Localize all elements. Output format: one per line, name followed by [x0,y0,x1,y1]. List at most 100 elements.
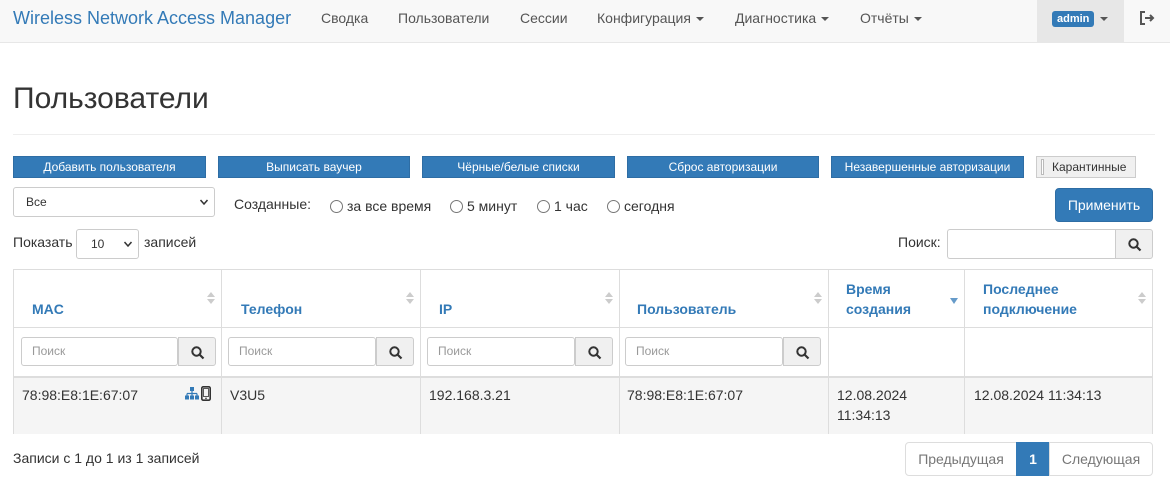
search-button[interactable] [1115,229,1153,259]
black-white-lists-button[interactable]: Чёрные/белые списки [422,156,615,178]
nav-users-label: Пользователи [398,10,490,26]
chevron-down-icon [200,199,208,206]
nav-diagnostics-label: Диагностика [735,10,817,26]
title-divider [13,134,1155,135]
user-badge: admin [1052,11,1095,27]
col-divider [221,270,222,434]
add-user-button[interactable]: Добавить пользователя [13,156,206,178]
phone-search-input[interactable]: Поиск [228,337,376,366]
radio-circle [450,200,463,213]
nav-configuration-label: Конфигурация [597,10,691,26]
header-created-line2[interactable]: создания [846,299,911,319]
radio-5min-label: 5 минут [467,198,518,214]
search-label: Поиск: [898,234,941,250]
caret-down-icon [913,17,922,22]
status-filter-select[interactable]: Все [13,187,215,217]
search-icon [389,346,403,360]
sort-icon[interactable] [605,292,613,304]
nav-sessions[interactable]: Сессии [520,10,568,26]
col-divider [964,270,965,434]
sort-icon[interactable] [1138,292,1146,304]
header-divider [14,327,1152,328]
ip-search-button[interactable] [575,337,613,366]
sort-icon[interactable] [814,292,822,304]
header-bottom-border [14,376,1152,378]
header-user[interactable]: Пользователь [637,299,736,319]
search-icon [588,346,602,360]
radio-today-label: сегодня [624,198,675,214]
mac-search-button[interactable] [178,337,216,366]
header-last-connection-line1[interactable]: Последнее [983,279,1059,299]
phone-search-button[interactable] [376,337,414,366]
cell-user: 78:98:E8:1E:67:07 [627,387,743,403]
quarantine-toggle[interactable]: Карантинные [1036,156,1136,178]
logout-icon[interactable] [1139,10,1155,26]
sort-desc-icon[interactable] [950,296,958,308]
sort-icon[interactable] [406,292,414,304]
nav-summary-label: Сводка [321,10,369,26]
radio-5min[interactable]: 5 минут [450,198,517,214]
reset-auth-button[interactable]: Сброс авторизации [627,156,819,178]
page-length-value: 10 [91,237,105,251]
apply-button[interactable]: Применить [1055,188,1153,222]
quarantine-label: Карантинные [1052,160,1127,174]
sort-icon[interactable] [207,292,215,304]
navbar: Wireless Network Access Manager Сводка П… [0,0,1170,43]
table-info: Записи с 1 до 1 из 1 записей [13,450,200,466]
nav-configuration[interactable]: Конфигурация [597,10,704,26]
mobile-icon[interactable] [201,386,211,401]
search-input[interactable] [947,229,1115,259]
caret-down-icon [821,17,830,22]
cell-mac: 78:98:E8:1E:67:07 [22,387,138,403]
search-icon [1128,238,1142,252]
search-icon [191,346,205,360]
ip-search-input[interactable]: Поиск [427,337,575,366]
nav-users[interactable]: Пользователи [398,10,489,26]
user-search-input[interactable]: Поиск [625,337,783,366]
page-1-button[interactable]: 1 [1016,442,1050,476]
cell-last-connection: 12.08.2024 11:34:13 [974,387,1102,403]
nav-sessions-label: Сессии [520,10,568,26]
nav-reports[interactable]: Отчёты [860,10,922,26]
status-filter-value: Все [26,195,47,209]
issue-voucher-button[interactable]: Выписать ваучер [218,156,410,178]
page-title: Пользователи [13,82,209,115]
radio-all-time[interactable]: за все время [330,198,431,214]
col-divider [420,270,421,434]
radio-circle [537,200,550,213]
chevron-down-icon [124,241,132,248]
page-length-select[interactable]: 10 [76,229,139,259]
radio-today[interactable]: сегодня [607,198,675,214]
nav-summary[interactable]: Сводка [321,10,368,26]
network-icon[interactable] [185,387,199,400]
cell-created-date: 12.08.2024 [837,387,908,403]
col-divider [619,270,620,434]
header-phone[interactable]: Телефон [241,299,302,319]
show-label: Показать [13,234,73,250]
users-table: MAC Телефон IP Пользователь Время создан… [13,269,1153,434]
toggle-knob [1041,159,1044,175]
nav-reports-label: Отчёты [860,10,909,26]
created-label: Созданные: [234,196,312,212]
radio-1hour[interactable]: 1 час [537,198,588,214]
prev-page-button[interactable]: Предыдущая [905,442,1017,476]
radio-circle [330,200,343,213]
cell-created-time: 11:34:13 [837,407,891,423]
nav-diagnostics[interactable]: Диагностика [735,10,830,26]
header-last-connection-line2[interactable]: подключение [983,299,1077,319]
header-created-line1[interactable]: Время [846,279,891,299]
radio-circle [607,200,620,213]
cell-ip: 192.168.3.21 [429,387,511,403]
incomplete-auth-button[interactable]: Незавершенные авторизации [831,156,1024,178]
header-ip[interactable]: IP [439,299,452,319]
user-menu[interactable]: admin [1037,0,1124,43]
cell-phone: V3U5 [230,387,266,403]
radio-all-time-label: за все время [347,198,432,214]
col-divider [828,270,829,434]
brand[interactable]: Wireless Network Access Manager [13,8,291,29]
next-page-button[interactable]: Следующая [1049,442,1153,476]
header-mac[interactable]: MAC [32,299,64,319]
mac-search-input[interactable]: Поиск [21,337,178,366]
caret-down-icon [1100,17,1108,21]
user-search-button[interactable] [783,337,821,366]
